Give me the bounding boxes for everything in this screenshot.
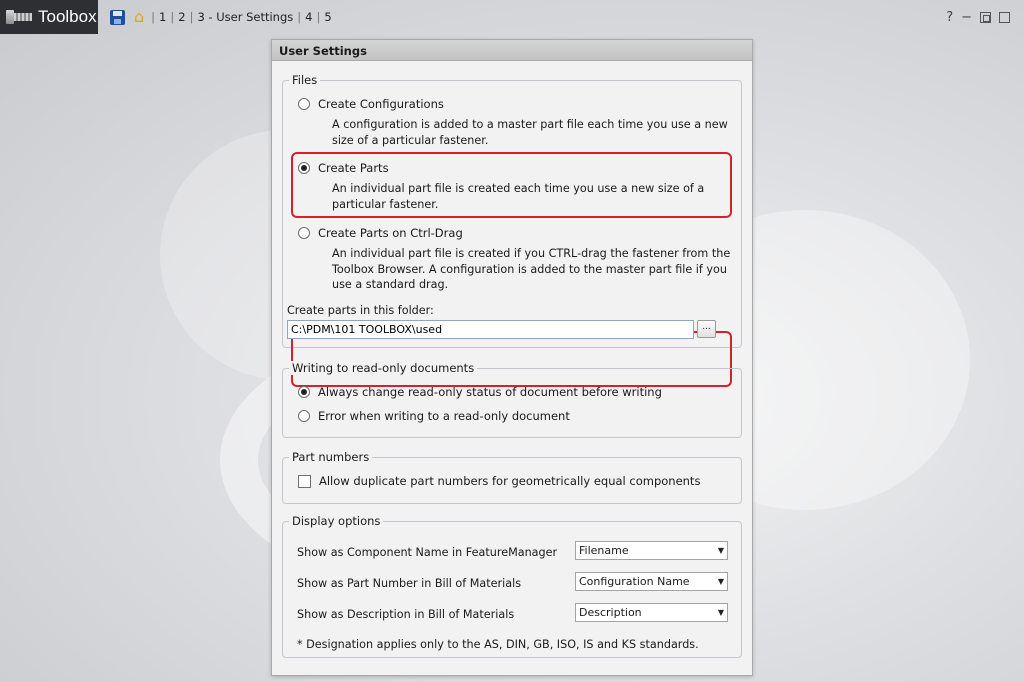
error-when-writing-option[interactable]: Error when writing to a read-only docume… bbox=[298, 409, 570, 423]
readonly-legend: Writing to read-only documents bbox=[289, 361, 478, 375]
component-name-select[interactable]: Filename ▼ bbox=[575, 541, 728, 560]
readonly-group: Writing to read-only documents Always ch… bbox=[282, 361, 742, 438]
user-settings-dialog: User Settings Files Create Configuration… bbox=[271, 39, 753, 676]
component-name-label: Show as Component Name in FeatureManager bbox=[297, 546, 558, 559]
save-icon[interactable] bbox=[110, 9, 125, 25]
create-parts-ctrl-drag-option[interactable]: Create Parts on Ctrl-Drag bbox=[298, 226, 463, 240]
create-parts-ctrl-drag-radio[interactable] bbox=[298, 227, 310, 239]
designation-note: * Designation applies only to the AS, DI… bbox=[297, 638, 699, 651]
create-parts-radio[interactable] bbox=[298, 162, 310, 174]
breadcrumb-separator: | bbox=[170, 10, 175, 24]
breadcrumb-step-5[interactable]: 5 bbox=[324, 10, 331, 24]
breadcrumb-separator: | bbox=[297, 10, 302, 24]
window-controls: ? − bbox=[946, 10, 1024, 25]
help-icon[interactable]: ? bbox=[946, 10, 953, 25]
folder-path-input[interactable] bbox=[287, 320, 694, 339]
restore-icon[interactable] bbox=[980, 11, 991, 23]
dialog-title: User Settings bbox=[272, 40, 752, 61]
allow-duplicate-checkbox[interactable] bbox=[298, 474, 311, 488]
description-label: Show as Description in Bill of Materials bbox=[297, 608, 515, 621]
part-number-value: Configuration Name bbox=[579, 575, 690, 588]
error-when-writing-radio[interactable] bbox=[298, 410, 310, 422]
description-select[interactable]: Description ▼ bbox=[575, 603, 728, 622]
maximize-icon[interactable] bbox=[999, 11, 1010, 23]
allow-duplicate-label: Allow duplicate part numbers for geometr… bbox=[319, 474, 701, 488]
create-parts-ctrl-drag-label: Create Parts on Ctrl-Drag bbox=[318, 226, 463, 240]
part-numbers-group: Part numbers Allow duplicate part number… bbox=[282, 450, 742, 504]
error-when-writing-label: Error when writing to a read-only docume… bbox=[318, 409, 570, 423]
description-value: Description bbox=[579, 606, 642, 619]
minimize-icon[interactable]: − bbox=[961, 10, 972, 25]
component-name-value: Filename bbox=[579, 544, 629, 557]
breadcrumb-separator: | bbox=[151, 10, 156, 24]
create-configurations-radio[interactable] bbox=[298, 98, 310, 110]
chevron-down-icon: ▼ bbox=[717, 577, 724, 586]
part-number-select[interactable]: Configuration Name ▼ bbox=[575, 572, 728, 591]
app-title: Toolbox bbox=[38, 7, 97, 26]
create-parts-description: An individual part file is created each … bbox=[332, 182, 705, 211]
display-options-legend: Display options bbox=[289, 514, 384, 528]
home-icon[interactable]: ⌂ bbox=[134, 9, 144, 25]
breadcrumb-separator: | bbox=[316, 10, 321, 24]
create-configurations-label: Create Configurations bbox=[318, 97, 444, 111]
breadcrumb-step-2[interactable]: 2 bbox=[178, 10, 185, 24]
always-change-radio[interactable] bbox=[298, 386, 310, 398]
files-legend: Files bbox=[289, 73, 321, 87]
toolbox-logo[interactable]: Toolbox bbox=[0, 0, 98, 34]
breadcrumb-separator: | bbox=[189, 10, 194, 24]
create-configurations-description: A configuration is added to a master par… bbox=[332, 118, 728, 147]
always-change-option[interactable]: Always change read-only status of docume… bbox=[298, 385, 662, 399]
display-options-group: Display options Show as Component Name i… bbox=[282, 514, 742, 658]
folder-label: Create parts in this folder: bbox=[287, 304, 434, 317]
bolt-icon bbox=[6, 10, 32, 24]
breadcrumb: ⌂ | 1 | 2 | 3 - User Settings | 4 | 5 bbox=[110, 0, 332, 34]
always-change-label: Always change read-only status of docume… bbox=[318, 385, 662, 399]
create-parts-option[interactable]: Create Parts bbox=[298, 161, 389, 175]
browse-button[interactable]: ... bbox=[697, 320, 716, 338]
breadcrumb-step-3[interactable]: 3 - User Settings bbox=[197, 10, 293, 24]
create-parts-ctrl-drag-description: An individual part file is created if yo… bbox=[332, 247, 731, 291]
breadcrumb-step-4[interactable]: 4 bbox=[305, 10, 312, 24]
part-numbers-legend: Part numbers bbox=[289, 450, 373, 464]
breadcrumb-step-1[interactable]: 1 bbox=[159, 10, 166, 24]
part-number-label: Show as Part Number in Bill of Materials bbox=[297, 577, 522, 590]
create-configurations-option[interactable]: Create Configurations bbox=[298, 97, 444, 111]
allow-duplicate-option[interactable]: Allow duplicate part numbers for geometr… bbox=[298, 474, 700, 488]
chevron-down-icon: ▼ bbox=[717, 546, 724, 555]
create-parts-label: Create Parts bbox=[318, 161, 389, 175]
chevron-down-icon: ▼ bbox=[717, 608, 724, 617]
top-bar: Toolbox ⌂ | 1 | 2 | 3 - User Settings | … bbox=[0, 0, 1024, 34]
